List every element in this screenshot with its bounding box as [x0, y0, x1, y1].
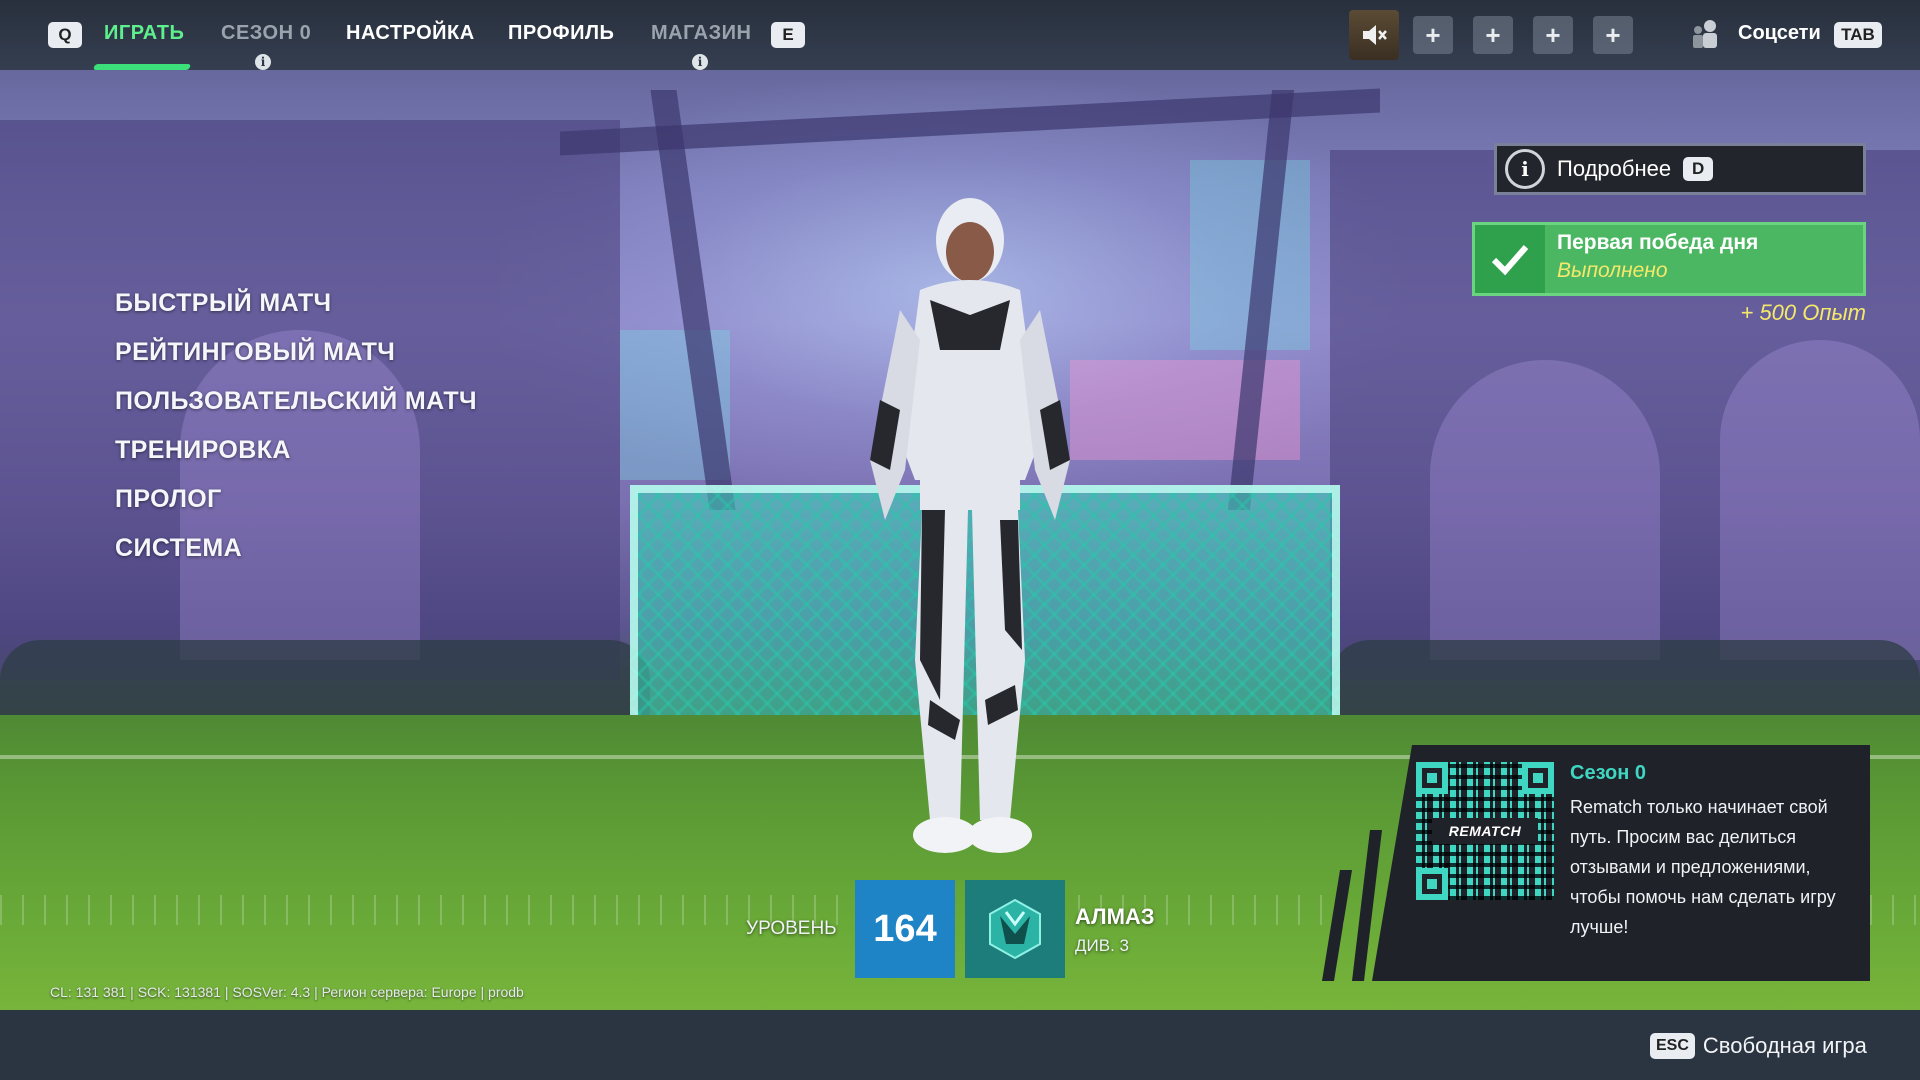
friends-icon: [1693, 20, 1717, 48]
rank-division: ДИВ. 3: [1075, 936, 1129, 955]
season-info-icon[interactable]: i: [255, 54, 271, 70]
details-button[interactable]: i Подробнее D: [1494, 143, 1866, 195]
party-slot-add-icon[interactable]: +: [1473, 16, 1513, 54]
tab-play[interactable]: ИГРАТЬ: [104, 22, 184, 45]
level-label: УРОВЕНЬ: [746, 918, 837, 939]
shop-info-icon[interactable]: i: [692, 54, 708, 70]
player-character: [870, 198, 1070, 853]
season-title: Сезон 0: [1570, 762, 1646, 784]
daily-quest-card: Первая победа дня Выполнено: [1472, 222, 1866, 296]
tab-season[interactable]: СЕЗОН 0: [221, 22, 311, 45]
key-hint-q: Q: [48, 22, 82, 48]
muted-speaker-icon: [1363, 25, 1387, 45]
quest-status: Выполнено: [1557, 259, 1668, 282]
party-leader-avatar[interactable]: [1349, 10, 1399, 60]
key-hint-esc: ESC: [1650, 1033, 1695, 1059]
hedge-right: [1330, 640, 1920, 720]
player-level: 164: [855, 880, 955, 978]
rank-name: АЛМАЗ: [1075, 904, 1155, 929]
key-hint-e: E: [771, 22, 805, 48]
qr-logo: REMATCH: [1432, 818, 1538, 844]
key-hint-tab: TAB: [1834, 22, 1882, 48]
diamond-rank-icon: [965, 880, 1065, 978]
top-navigation-bar: Q ИГРАТЬ СЕЗОН 0 i НАСТРОЙКА ПРОФИЛЬ МАГ…: [0, 0, 1920, 70]
season-message: Rematch только начинает свой путь. Проси…: [1570, 797, 1836, 937]
menu-prologue[interactable]: ПРОЛОГ: [115, 484, 477, 533]
menu-quick-match[interactable]: БЫСТРЫЙ МАТЧ: [115, 288, 477, 337]
pink-building: [1070, 360, 1300, 460]
right-arch-2: [1720, 340, 1920, 660]
tab-profile[interactable]: ПРОФИЛЬ: [508, 22, 614, 45]
tab-settings[interactable]: НАСТРОЙКА: [346, 22, 475, 45]
free-play-label: Свободная игра: [1702, 1033, 1867, 1058]
party-slot-add-icon[interactable]: +: [1413, 16, 1453, 54]
quest-title: Первая победа дня: [1557, 231, 1759, 254]
quest-reward: + 500 Опыт: [1740, 300, 1866, 325]
play-mode-menu: БЫСТРЫЙ МАТЧ РЕЙТИНГОВЫЙ МАТЧ ПОЛЬЗОВАТЕ…: [115, 288, 477, 582]
menu-custom-match[interactable]: ПОЛЬЗОВАТЕЛЬСКИЙ МАТЧ: [115, 386, 477, 435]
checkmark-icon: [1475, 225, 1545, 293]
party-slot-add-icon[interactable]: +: [1593, 16, 1633, 54]
active-tab-indicator: [92, 64, 192, 70]
qr-finder: [1416, 762, 1448, 794]
bottom-bar: [0, 1010, 1920, 1080]
menu-training[interactable]: ТРЕНИРОВКА: [115, 435, 477, 484]
qr-finder: [1522, 762, 1554, 794]
tab-shop[interactable]: МАГАЗИН: [651, 22, 751, 45]
build-info: CL: 131 381 | SCK: 131381 | SOSVer: 4.3 …: [50, 984, 524, 1000]
qr-finder: [1416, 868, 1448, 900]
right-arch: [1430, 360, 1660, 660]
social-label[interactable]: Соцсети: [1738, 22, 1821, 45]
menu-ranked-match[interactable]: РЕЙТИНГОВЫЙ МАТЧ: [115, 337, 477, 386]
info-circle-icon: i: [1505, 149, 1545, 189]
details-label: Подробнее: [1557, 156, 1672, 181]
party-slot-add-icon[interactable]: +: [1533, 16, 1573, 54]
free-play-hint[interactable]: ESC Свободная игра: [1650, 1033, 1867, 1059]
key-hint-d: D: [1683, 157, 1714, 181]
menu-system[interactable]: СИСТЕМА: [115, 533, 477, 582]
hedge-left: [0, 640, 650, 720]
